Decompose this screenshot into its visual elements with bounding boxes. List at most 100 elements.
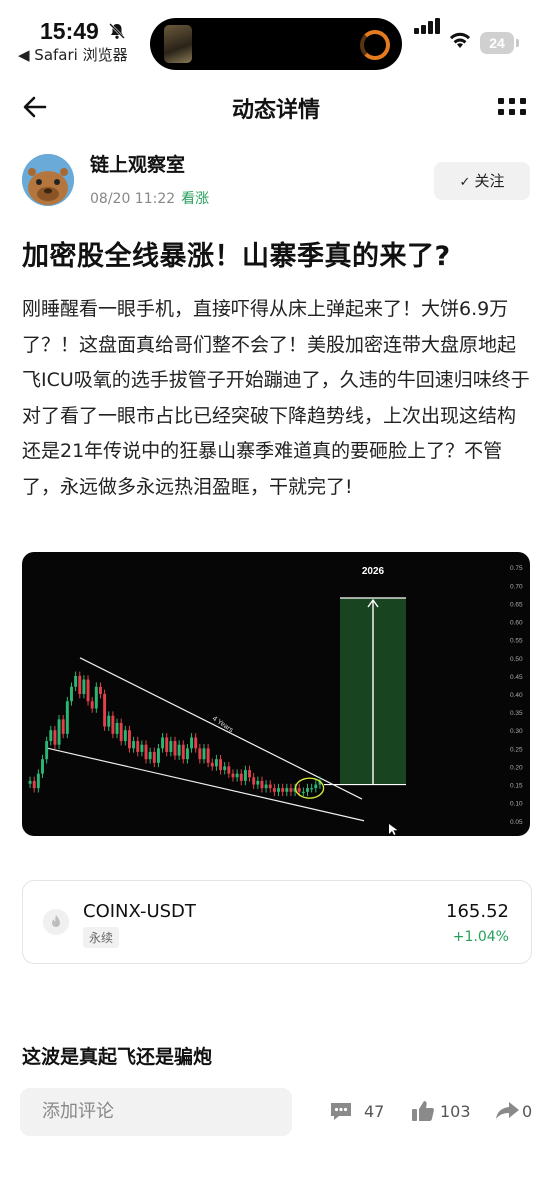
chart-annotation-year: 2026 [362, 566, 385, 577]
y-tick-label: 0.25 [510, 746, 523, 753]
back-to-safari-link[interactable]: ◀ Safari 浏览器 [18, 44, 128, 65]
y-tick-label: 0.15 [510, 783, 523, 790]
candle-body [185, 748, 189, 760]
post-title: 加密股全线暴涨！山寨季真的来了? [22, 241, 451, 272]
y-tick-label: 0.75 [510, 565, 523, 572]
like-button[interactable]: 103 [410, 1098, 480, 1126]
bottom-action-bar: 添加评论 47 103 0 [0, 1076, 552, 1200]
candle-body [297, 788, 301, 792]
sentiment-tag: 看涨 [181, 191, 210, 207]
candle-body [82, 679, 86, 694]
candle-body [144, 744, 148, 760]
nav-bar: 动态详情 [0, 80, 552, 134]
avatar[interactable] [22, 154, 74, 206]
dynamic-island[interactable] [150, 18, 402, 70]
candle-body [127, 730, 131, 749]
candle-body [289, 788, 293, 792]
candle-body [260, 780, 264, 789]
contract-type-badge: 永续 [83, 927, 120, 948]
candle-body [53, 730, 57, 745]
status-bar: 15:49 ◀ Safari 浏览器 24 [0, 0, 552, 76]
ticker-symbol: COINX-USDT [83, 901, 196, 922]
candle-body [123, 730, 127, 742]
candle-body [285, 788, 289, 792]
y-tick-label: 0.55 [510, 638, 523, 645]
candle-body [111, 715, 115, 734]
comment-count: 47 [364, 1102, 385, 1121]
candle-body [32, 780, 36, 789]
candle-body [231, 773, 235, 778]
candle-body [227, 766, 231, 774]
y-tick-label: 0.20 [510, 764, 523, 771]
comment-input[interactable]: 添加评论 [20, 1088, 292, 1136]
post-body: 刚睡醒看一眼手机，直接吓得从床上弹起来了！大饼6.9万了？！这盘面真给哥们整不会… [22, 298, 530, 498]
candle-body [152, 751, 156, 763]
wifi-icon [450, 32, 470, 48]
candle-body [206, 748, 210, 763]
now-playing-artwork [164, 25, 192, 63]
candle-body [235, 773, 239, 778]
candle-body [272, 788, 276, 792]
candle-body [61, 719, 65, 734]
y-tick-label: 0.65 [510, 601, 523, 608]
candle-body [74, 675, 78, 687]
candle-body [57, 719, 61, 745]
ticker-card[interactable]: COINX-USDT 永续 165.52 +1.04% [22, 880, 532, 964]
mouse-cursor-icon [389, 824, 398, 835]
candle-body [173, 741, 177, 756]
candle-body [107, 715, 111, 727]
y-tick-label: 0.60 [510, 620, 523, 627]
candle-body [119, 722, 123, 742]
candle-body [181, 744, 185, 760]
candle-body [252, 777, 256, 785]
page-title: 动态详情 [231, 98, 320, 123]
thumbs-up-icon [412, 1101, 434, 1121]
y-tick-label: 0.40 [510, 692, 523, 699]
follow-label: 关注 [474, 172, 505, 190]
candle-body [140, 744, 144, 752]
candle-body [306, 788, 309, 792]
candle-body [86, 679, 90, 702]
candle-body [70, 686, 73, 702]
comment-icon [331, 1103, 351, 1120]
y-tick-label: 0.30 [510, 728, 523, 735]
candle-body [65, 701, 69, 734]
candle-body [219, 759, 223, 771]
price-chart-image[interactable]: 2026 4 Years 0.75 0.70 0.65 0.60 0.55 0.50 0.45 0… [22, 552, 530, 836]
candle-body [281, 788, 285, 792]
battery-indicator: 24 [480, 32, 519, 54]
candle-body [136, 741, 140, 752]
candle-body [198, 748, 202, 760]
candle-body [90, 701, 94, 709]
candle-body [210, 762, 214, 767]
more-icon[interactable] [498, 98, 526, 116]
candle-body [214, 759, 218, 767]
ticker-change: +1.04% [452, 929, 509, 945]
candle-body [148, 751, 152, 760]
candle-body [202, 748, 206, 760]
candle-body [256, 780, 260, 785]
candle-body [94, 686, 98, 709]
y-tick-label: 0.45 [510, 674, 523, 681]
candle-body [78, 675, 82, 694]
candle-body [45, 741, 49, 760]
candle-body [165, 737, 169, 752]
candle-body [49, 730, 53, 742]
chart-svg: 20264 Years0.750.700.650.600.550.500.450… [28, 565, 523, 835]
candle-body [132, 741, 136, 749]
share-button[interactable]: 0 [494, 1098, 538, 1126]
candle-body [223, 766, 227, 771]
candle-body [239, 773, 243, 781]
y-tick-label: 0.10 [510, 801, 523, 808]
ticker-price: 165.52 [446, 901, 509, 922]
author-name[interactable]: 链上观察室 [90, 150, 185, 177]
comment-preview[interactable]: 这波是真起飞还是骗炮 [22, 1042, 212, 1069]
candle-body [169, 741, 173, 752]
candle-body [194, 737, 198, 749]
candle-body [156, 748, 160, 763]
candle-body [301, 791, 305, 793]
candle-body [268, 784, 272, 789]
status-time: 15:49 [40, 18, 99, 44]
comment-count-button[interactable]: 47 [328, 1098, 388, 1126]
follow-button[interactable]: ✓ 关注 [434, 162, 530, 200]
